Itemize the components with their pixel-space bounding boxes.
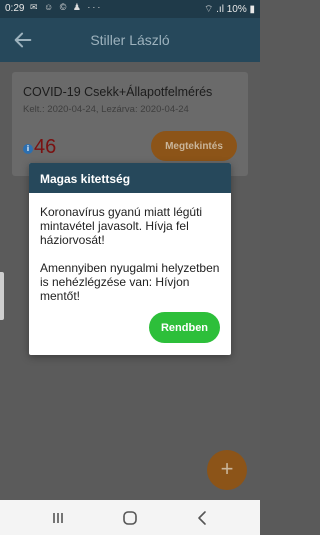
recent-apps-icon[interactable] (48, 508, 68, 528)
side-edge-handle[interactable] (0, 272, 4, 320)
back-nav-icon[interactable] (193, 508, 213, 528)
view-button[interactable]: Megtekintés (151, 131, 237, 161)
status-time: 0:29 (5, 3, 25, 14)
dialog-body: Koronavírus gyanú miatt légúti mintavéte… (40, 205, 226, 317)
info-icon[interactable]: i (23, 144, 33, 154)
notification-icons: ✉ ☺ © ♟ ··· (30, 2, 103, 12)
assessment-card[interactable]: COVID-19 Csekk+Állapotfelmérés Kelt.: 20… (12, 72, 248, 176)
app-bar: Stiller László (0, 18, 260, 62)
alert-dialog: Magas kitettség Koronavírus gyanú miatt … (29, 163, 231, 355)
system-nav-bar (0, 500, 260, 535)
card-dates: Kelt.: 2020-04-24, Lezárva: 2020-04-24 (23, 104, 189, 115)
dialog-header: Magas kitettség (29, 163, 231, 193)
dialog-paragraph-2: Amennyiben nyugalmi helyzetben is nehézl… (40, 261, 220, 303)
card-title: COVID-19 Csekk+Állapotfelmérés (23, 85, 213, 99)
system-status: ⌔ .ıl 10% ▮ (203, 4, 255, 15)
add-button[interactable]: + (207, 450, 247, 490)
home-icon[interactable] (120, 508, 140, 528)
ok-button[interactable]: Rendben (149, 312, 220, 343)
page-title: Stiller László (90, 32, 170, 48)
status-bar: 0:29 ✉ ☺ © ♟ ··· ⌔ .ıl 10% ▮ (0, 0, 260, 18)
score-value: 46 (34, 136, 57, 158)
dialog-title: Magas kitettség (40, 172, 131, 186)
dialog-paragraph-1: Koronavírus gyanú miatt légúti mintavéte… (40, 205, 203, 247)
